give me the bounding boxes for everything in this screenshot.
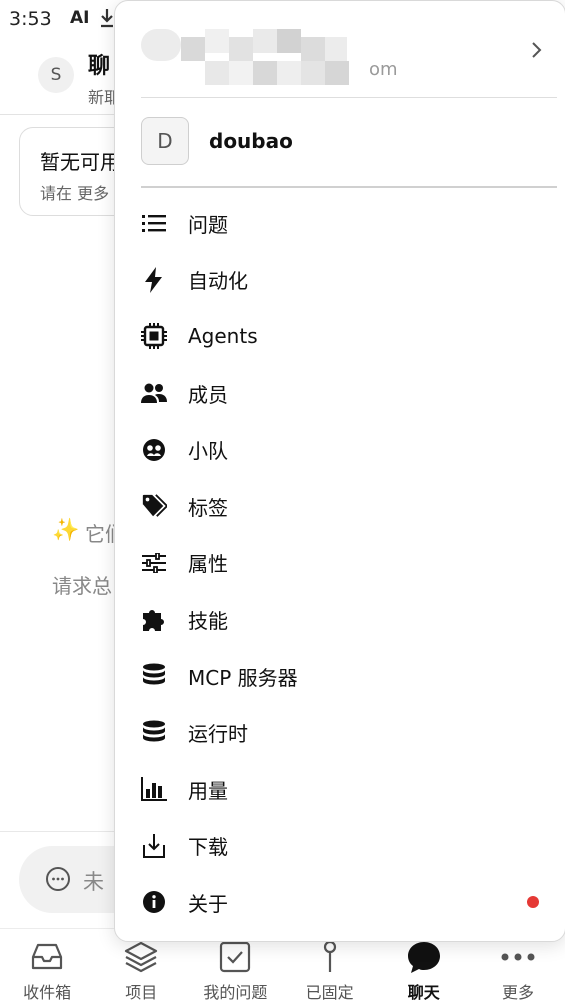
page-title: 聊 xyxy=(88,54,111,79)
menu-item-members[interactable]: 成员 xyxy=(115,365,565,422)
workspace-row[interactable]: D doubao xyxy=(141,117,541,167)
redacted-email-block xyxy=(253,61,277,85)
redacted-email-block xyxy=(253,29,277,53)
layers-icon xyxy=(125,941,158,973)
nav-label-my-issues: 我的问题 xyxy=(203,983,268,1002)
redacted-email-block xyxy=(229,37,253,61)
workspace-name: doubao xyxy=(209,129,293,153)
chat-input-placeholder: 未 xyxy=(83,870,104,894)
inbox-icon xyxy=(31,943,63,970)
menu-item-label: 标签 xyxy=(188,495,228,520)
hint-text-secondary: 请求总 xyxy=(52,574,112,598)
redacted-email-block xyxy=(229,61,253,85)
ai-notification-icon: AI xyxy=(70,8,90,28)
divider xyxy=(141,186,557,188)
nav-label-projects: 项目 xyxy=(125,983,158,1002)
menu-item-label: 自动化 xyxy=(188,269,248,294)
divider xyxy=(141,97,557,98)
redacted-email-block xyxy=(141,29,181,61)
bar-chart-icon xyxy=(141,777,167,802)
menu-list: 问题 自动化 Agents 成员 小队 标签 属性 技能 MCP 服务器 运行时… xyxy=(115,195,565,931)
menu-item-label: MCP 服务器 xyxy=(188,665,298,690)
menu-item-usage[interactable]: 用量 xyxy=(115,761,565,818)
menu-item-mcp-servers[interactable]: MCP 服务器 xyxy=(115,648,565,705)
menu-item-issues[interactable]: 问题 xyxy=(115,195,565,252)
menu-item-automation[interactable]: 自动化 xyxy=(115,252,565,309)
menu-item-label: 关于 xyxy=(188,891,228,916)
card-title: 暂无可用 xyxy=(40,150,120,174)
chevron-right-icon[interactable] xyxy=(531,41,543,59)
menu-item-labels[interactable]: 标签 xyxy=(115,478,565,535)
menu-item-skills[interactable]: 技能 xyxy=(115,591,565,648)
lightning-icon xyxy=(145,266,162,293)
status-time: 3:53 xyxy=(9,8,52,30)
menu-item-downloads[interactable]: 下载 xyxy=(115,818,565,875)
team-icon xyxy=(143,438,165,461)
account-row[interactable]: om xyxy=(141,23,541,85)
menu-item-label: 技能 xyxy=(188,608,228,633)
redacted-email-block xyxy=(181,37,205,61)
nav-label-chat: 聊天 xyxy=(407,983,440,1002)
menu-item-label: 用量 xyxy=(188,778,228,803)
nav-inbox[interactable]: 收件箱 xyxy=(0,929,94,1005)
menu-item-agents[interactable]: Agents xyxy=(115,308,565,365)
redacted-email-block xyxy=(277,29,301,53)
nav-label-more: 更多 xyxy=(501,983,534,1002)
account-email: om xyxy=(369,59,398,80)
redacted-email-block xyxy=(301,61,325,85)
tag-icon xyxy=(142,494,167,518)
database-icon xyxy=(143,663,165,685)
checkbox-icon xyxy=(220,941,251,973)
chat-bubble-icon xyxy=(46,867,70,891)
menu-item-label: 下载 xyxy=(188,835,228,860)
redacted-email-block xyxy=(205,29,229,53)
menu-item-label: 成员 xyxy=(188,382,228,407)
download-icon xyxy=(143,833,165,858)
notification-badge xyxy=(527,896,539,909)
sliders-icon xyxy=(142,552,166,573)
avatar[interactable]: S xyxy=(38,57,74,93)
menu-item-label: Agents xyxy=(188,324,258,349)
card-subtitle: 请在 更多 xyxy=(40,184,110,203)
menu-item-teams[interactable]: 小队 xyxy=(115,421,565,478)
redacted-email-block xyxy=(325,61,349,85)
puzzle-icon xyxy=(143,610,164,632)
chip-icon xyxy=(141,323,167,350)
menu-item-label: 运行时 xyxy=(188,722,248,747)
menu-item-label: 属性 xyxy=(188,552,228,577)
redacted-email-block xyxy=(301,37,325,61)
menu-item-runtime[interactable]: 运行时 xyxy=(115,704,565,761)
redacted-email-block xyxy=(205,61,229,85)
pin-icon xyxy=(323,940,336,972)
menu-item-label: 问题 xyxy=(188,212,228,237)
workspace-menu: om D doubao 问题 自动化 Agents 成员 小队 标签 属性 技能… xyxy=(114,0,565,942)
menu-item-label: 小队 xyxy=(188,439,228,464)
redacted-email-block xyxy=(277,61,301,85)
nav-label-pinned: 已固定 xyxy=(305,983,354,1002)
more-icon xyxy=(501,953,535,961)
workspace-avatar: D xyxy=(141,117,189,165)
redacted-email-block xyxy=(325,37,347,61)
sparkle-icon: ✨ xyxy=(52,518,80,543)
list-icon xyxy=(142,215,166,233)
nav-label-inbox: 收件箱 xyxy=(23,983,72,1002)
menu-item-about[interactable]: 关于 xyxy=(115,874,565,931)
info-icon xyxy=(143,891,165,914)
people-icon xyxy=(141,383,167,404)
database-icon xyxy=(143,720,165,742)
chat-icon xyxy=(407,942,440,973)
menu-item-properties[interactable]: 属性 xyxy=(115,535,565,592)
